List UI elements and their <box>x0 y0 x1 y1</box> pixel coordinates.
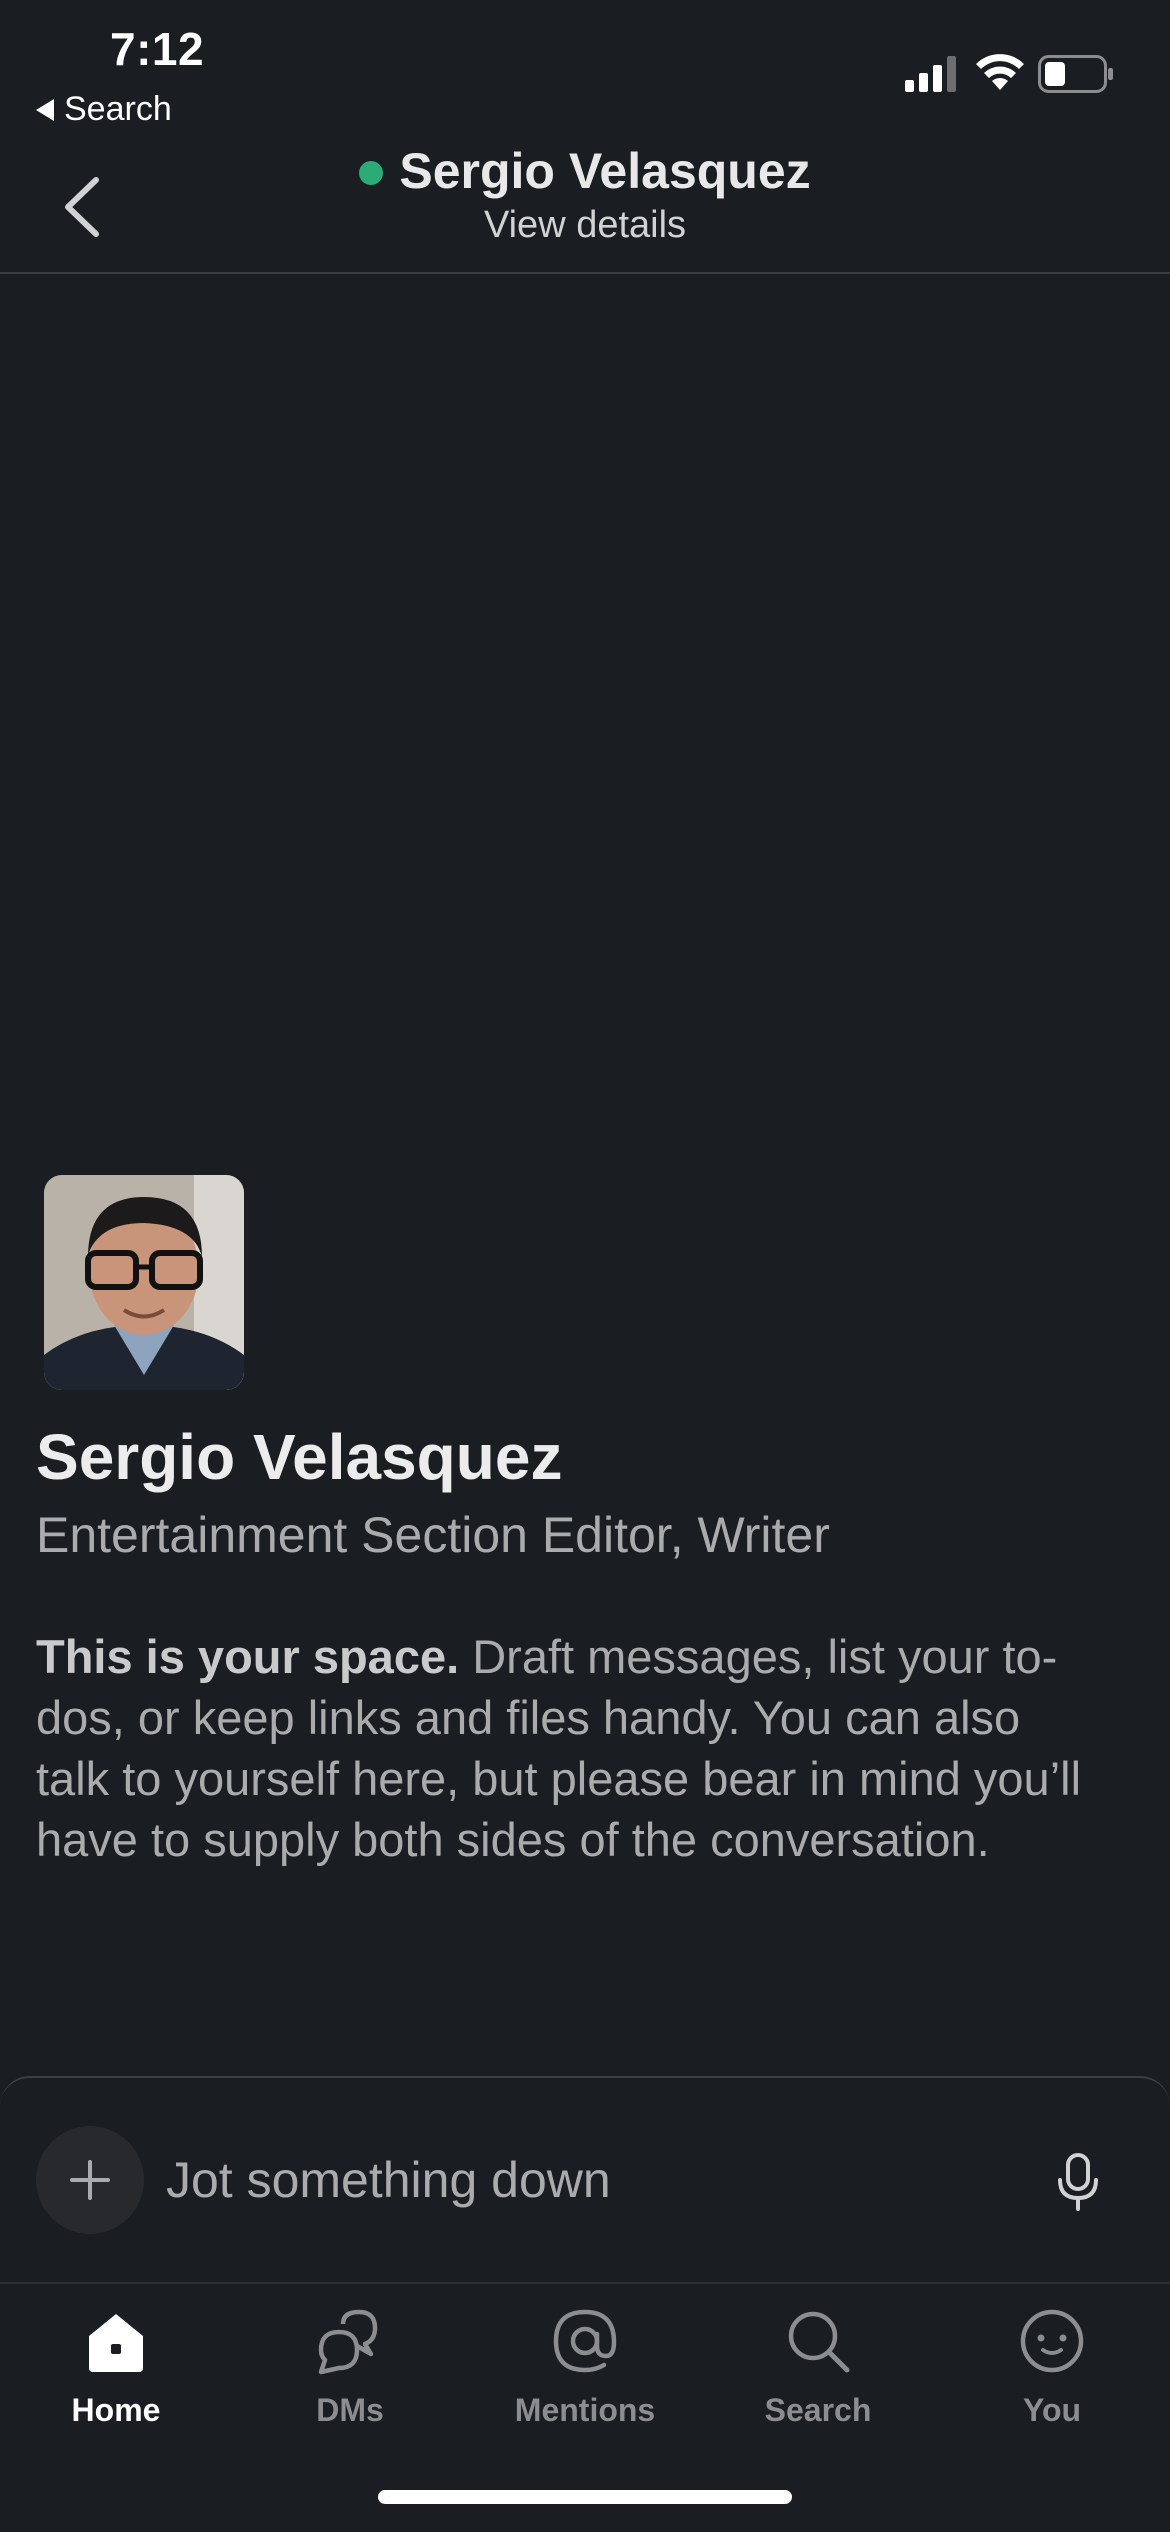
back-to-search-link[interactable]: Search <box>36 90 172 129</box>
view-details-link[interactable]: View details <box>0 204 1170 247</box>
intro-lead: This is your space. <box>36 1630 460 1683</box>
cellular-signal-icon <box>905 56 956 92</box>
tab-mentions[interactable]: Mentions <box>485 2296 685 2436</box>
back-triangle-icon <box>36 98 54 121</box>
header-divider <box>0 272 1170 274</box>
home-indicator <box>378 2490 792 2504</box>
header-name: Sergio Velasquez <box>399 143 811 199</box>
channel-header-title[interactable]: Sergio Velasquez <box>0 142 1170 200</box>
tab-you[interactable]: You <box>952 2296 1152 2436</box>
profile-title: Entertainment Section Editor, Writer <box>36 1507 830 1563</box>
tab-mentions-label: Mentions <box>514 2392 656 2428</box>
dms-icon <box>318 2309 378 2375</box>
tab-dms[interactable]: DMs <box>250 2296 450 2436</box>
avatar-image <box>44 1175 244 1390</box>
tab-search[interactable]: Search <box>718 2296 918 2436</box>
you-icon <box>1020 2309 1084 2373</box>
search-icon <box>788 2311 850 2373</box>
profile-name: Sergio Velasquez <box>36 1421 563 1493</box>
microphone-icon[interactable] <box>1056 2152 1100 2212</box>
message-input[interactable] <box>166 2150 1016 2210</box>
plus-icon <box>70 2160 110 2200</box>
tab-dms-label: DMs <box>316 2392 384 2428</box>
home-icon <box>89 2314 143 2372</box>
mentions-icon <box>553 2309 617 2373</box>
tabbar-divider <box>0 2282 1170 2284</box>
tab-home[interactable]: Home <box>16 2296 216 2436</box>
presence-dot <box>359 161 384 185</box>
wifi-icon <box>976 54 1024 90</box>
tab-home-label: Home <box>71 2392 161 2428</box>
tab-you-label: You <box>1022 2392 1082 2428</box>
avatar[interactable] <box>44 1175 244 1390</box>
battery-icon <box>1038 55 1113 93</box>
back-to-search-label: Search <box>64 90 172 128</box>
status-time: 7:12 <box>110 23 205 75</box>
intro-text: This is your space. Draft messages, list… <box>36 1626 1106 1870</box>
tab-search-label: Search <box>764 2392 872 2428</box>
add-attachment-button[interactable] <box>36 2126 144 2234</box>
